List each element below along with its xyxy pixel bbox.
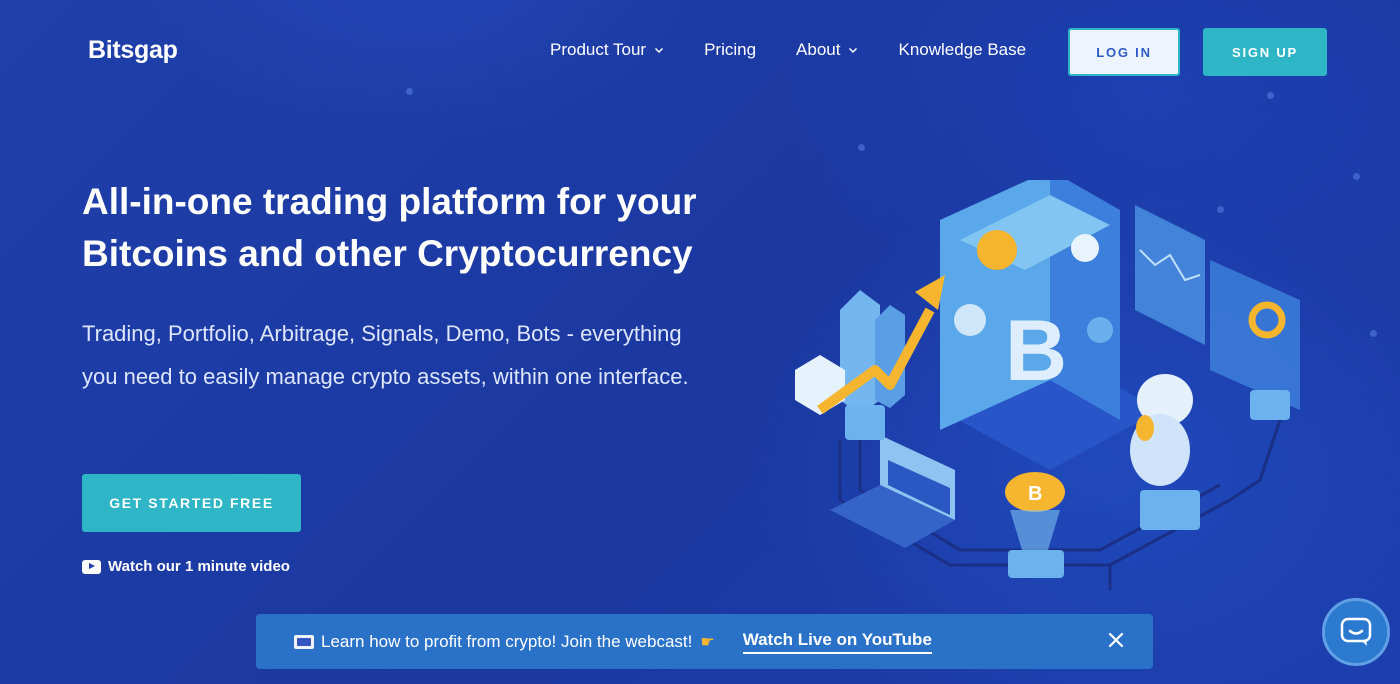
pedestal [1140, 490, 1200, 530]
hero-illustration: B B [795, 180, 1300, 590]
nav-about[interactable]: About [796, 40, 858, 60]
chart-panel [1135, 205, 1205, 345]
decor-dot [1353, 173, 1360, 180]
signup-button[interactable]: SIGN UP [1203, 28, 1327, 76]
ripple-coin-icon [954, 304, 986, 336]
close-icon[interactable] [1107, 631, 1125, 649]
watch-video-link[interactable]: Watch our 1 minute video [82, 558, 290, 575]
main-nav: Product Tour Pricing About Knowledge Bas… [550, 40, 1066, 60]
b-logo-icon: B [1005, 303, 1067, 399]
nav-product-tour-label: Product Tour [550, 40, 647, 59]
nav-pricing[interactable]: Pricing [704, 40, 756, 60]
decor-dot [1267, 92, 1274, 99]
pedestal [1250, 390, 1290, 420]
chevron-down-icon [849, 47, 858, 54]
nav-about-label: About [796, 40, 841, 59]
pedestal [845, 405, 885, 440]
watch-video-label: Watch our 1 minute video [108, 558, 290, 575]
decor-dot [1370, 330, 1377, 337]
bitcoin-symbol: B [1028, 483, 1042, 505]
nav-knowledge-base[interactable]: Knowledge Base [898, 40, 1026, 60]
webcast-banner: Learn how to profit from crypto! Join th… [256, 614, 1153, 669]
pointing-hand-icon: ☛ [700, 633, 715, 651]
light-beam [1010, 510, 1060, 550]
nav-knowledge-base-label: Knowledge Base [898, 40, 1027, 59]
chat-icon [1340, 617, 1372, 646]
hero-subtitle-line-1: Trading, Portfolio, Arbitrage, Signals, … [82, 321, 682, 346]
get-started-button[interactable]: GET STARTED FREE [82, 474, 301, 532]
decor-dot [858, 144, 865, 151]
hero-title: All-in-one trading platform for your Bit… [82, 176, 782, 280]
calendar-icon [294, 634, 314, 649]
decor-dot [406, 88, 413, 95]
hero-title-line-2: Bitcoins and other Cryptocurrency [82, 233, 693, 274]
nav-product-tour[interactable]: Product Tour [550, 40, 664, 60]
robot-coin-icon [1136, 415, 1154, 441]
bitsgap-logo[interactable]: Bitsgap [88, 36, 178, 65]
chevron-down-icon [655, 47, 664, 54]
hero-subtitle-line-2: you need to easily manage crypto assets,… [82, 364, 689, 389]
coin-icon [1087, 317, 1113, 343]
banner-text: Learn how to profit from crypto! Join th… [321, 631, 693, 651]
nav-pricing-label: Pricing [704, 40, 757, 59]
hero-subtitle: Trading, Portfolio, Arbitrage, Signals, … [82, 312, 742, 398]
coin-icon [977, 230, 1017, 270]
pedestal [1008, 550, 1064, 578]
chart-panel [1210, 260, 1300, 410]
coin-icon [1071, 234, 1099, 262]
hero-title-line-1: All-in-one trading platform for your [82, 181, 697, 222]
watch-live-link[interactable]: Watch Live on YouTube [742, 630, 932, 654]
youtube-icon [82, 559, 101, 574]
chat-widget-button[interactable] [1322, 598, 1390, 666]
login-button[interactable]: LOG IN [1068, 28, 1180, 76]
